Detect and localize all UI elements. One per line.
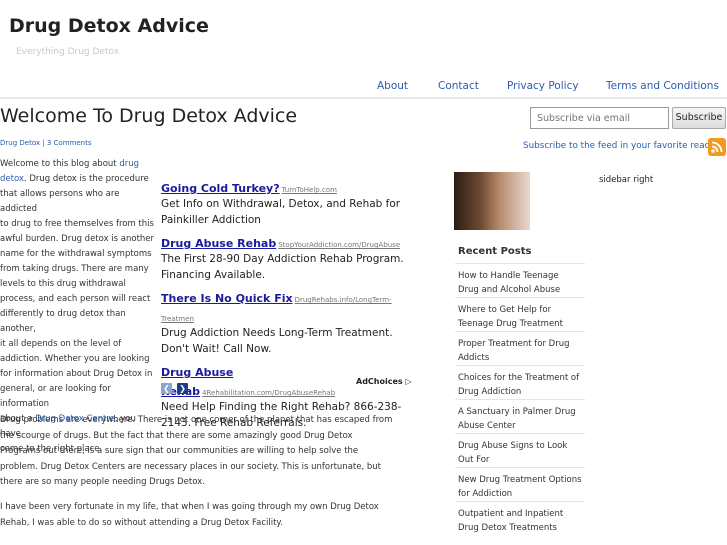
- author-avatar: [454, 172, 530, 230]
- feed-link[interactable]: Subscribe to the feed in your favorite r…: [523, 141, 719, 151]
- post-title[interactable]: Welcome To Drug Detox Advice: [0, 105, 297, 127]
- ad-title[interactable]: Going Cold Turkey?: [161, 182, 280, 195]
- subscribe-email-input[interactable]: [530, 107, 669, 129]
- ad-choices[interactable]: AdChoices ▷: [356, 377, 412, 386]
- nav-divider: [0, 97, 727, 99]
- ad-description: Drug Addiction Needs Long-Term Treatment…: [161, 327, 393, 355]
- subscribe-button[interactable]: Subscribe: [672, 107, 726, 129]
- ad-title[interactable]: There Is No Quick Fix: [161, 292, 293, 305]
- recent-post-link[interactable]: Proper Treatment for Drug Addicts: [455, 331, 585, 365]
- recent-post-link[interactable]: New Drug Treatment Options for Addiction: [455, 467, 585, 501]
- recent-post-link[interactable]: Choices for the Treatment of Drug Addict…: [455, 365, 585, 399]
- ad-url[interactable]: 4Rehabilitation.com/DrugAbuseRehab: [202, 389, 335, 397]
- chevron-left-icon[interactable]: ❮: [161, 383, 172, 394]
- recent-posts-heading: Recent Posts: [458, 246, 532, 257]
- recent-post-link[interactable]: A Sanctuary in Palmer Drug Abuse Center: [455, 399, 585, 433]
- recent-post-link[interactable]: Drug Abuse Signs to Look Out For: [455, 433, 585, 467]
- ad-choices-label: AdChoices: [356, 377, 403, 386]
- site-tagline: Everything Drug Detox: [16, 47, 120, 57]
- site-title[interactable]: Drug Detox Advice: [9, 15, 209, 37]
- ad-item[interactable]: Going Cold Turkey? TurnToHelp.com Get Inf…: [161, 177, 411, 228]
- main-nav: About Contact Privacy Policy Terms and C…: [0, 80, 727, 95]
- recent-posts-list: How to Handle Teenage Drug and Alcohol A…: [455, 263, 585, 535]
- rss-icon[interactable]: [708, 138, 726, 156]
- ad-item[interactable]: There Is No Quick Fix DrugRehabs.info/Lon…: [161, 287, 411, 357]
- post-intro: Welcome to this blog about drug detox. D…: [0, 159, 155, 454]
- nav-about-link[interactable]: About: [377, 80, 408, 92]
- ad-choices-icon: ▷: [405, 377, 412, 386]
- sidebar-right-label: sidebar right: [599, 175, 654, 185]
- comments-link[interactable]: 3 Comments: [47, 139, 92, 147]
- ad-url[interactable]: StopYourAddiction.com/DrugAbuse: [278, 241, 400, 249]
- ad-block: Going Cold Turkey? TurnToHelp.com Get Inf…: [161, 177, 411, 435]
- recent-post-link[interactable]: Where to Get Help for Teenage Drug Treat…: [455, 297, 585, 331]
- recent-post-link[interactable]: Outpatient and Inpatient Drug Detox Trea…: [455, 501, 585, 535]
- ad-title[interactable]: Drug Abuse Rehab: [161, 237, 276, 250]
- ad-description: Get Info on Withdrawal, Detox, and Rehab…: [161, 198, 401, 226]
- post-paragraph: I have been very fortunate in my life, t…: [0, 502, 379, 528]
- recent-post-link[interactable]: How to Handle Teenage Drug and Alcohol A…: [455, 263, 585, 297]
- post-meta: Drug Detox | 3 Comments: [0, 139, 91, 147]
- drug-link[interactable]: drug: [119, 159, 139, 169]
- nav-privacy-link[interactable]: Privacy Policy: [507, 80, 579, 92]
- post-paragraph: Drug problems are everywhere. There is n…: [0, 415, 393, 487]
- ad-url[interactable]: TurnToHelp.com: [282, 186, 337, 194]
- category-link[interactable]: Drug Detox: [0, 139, 40, 147]
- nav-terms-link[interactable]: Terms and Conditions: [606, 80, 719, 92]
- ad-pager: ❮ ❯: [161, 376, 189, 395]
- meta-separator: |: [40, 139, 47, 147]
- detox-link[interactable]: detox: [0, 174, 24, 184]
- ad-item[interactable]: Drug Abuse Rehab StopYourAddiction.com/Dr…: [161, 232, 411, 283]
- nav-contact-link[interactable]: Contact: [438, 80, 479, 92]
- chevron-right-icon[interactable]: ❯: [177, 383, 189, 394]
- ad-description: The First 28-90 Day Addiction Rehab Prog…: [161, 253, 404, 281]
